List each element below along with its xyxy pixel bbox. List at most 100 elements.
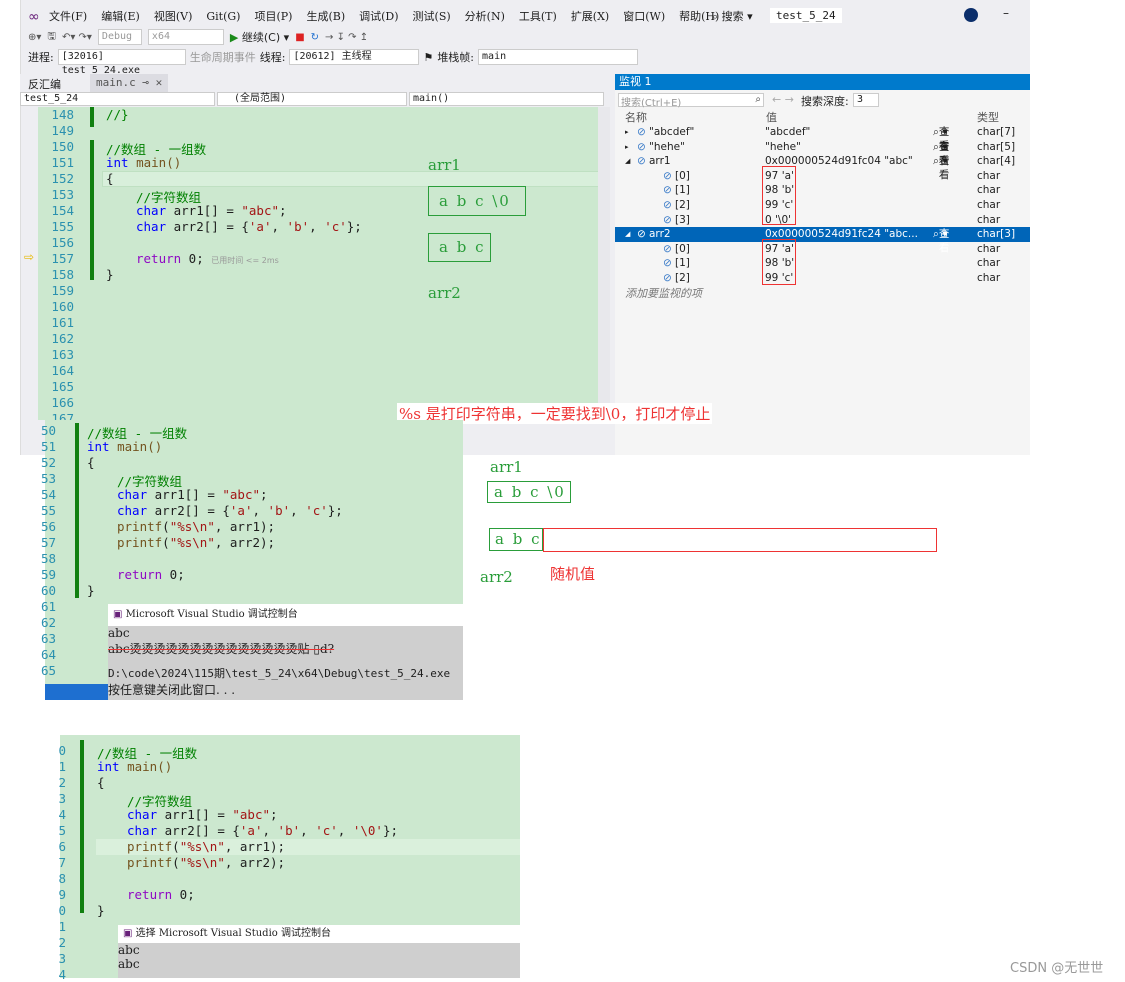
- project-select[interactable]: test_5_24: [20, 92, 215, 106]
- undo-icon[interactable]: ↶▾ ↷▾: [62, 32, 92, 43]
- function-select[interactable]: main(): [409, 92, 604, 106]
- code-editor[interactable]: 148 149 150 151 152 153 154 155 156 157 158 159 160 1…: [38, 107, 599, 426]
- code-token: }: [106, 267, 114, 282]
- line-number: 55: [40, 503, 56, 518]
- search-button[interactable]: ⌕ 搜索 ▾: [712, 8, 753, 24]
- col-type[interactable]: 类型: [977, 109, 999, 125]
- expand-icon[interactable]: ◢: [625, 154, 630, 168]
- menu-item[interactable]: 项目(P): [247, 8, 299, 24]
- expand-icon[interactable]: ▸: [625, 140, 629, 154]
- code-token: printf: [127, 839, 173, 854]
- code-token: int: [106, 155, 129, 170]
- variable-icon: ⊘: [663, 272, 672, 284]
- watch-type: char: [977, 184, 1001, 197]
- code-token: ,: [271, 219, 287, 234]
- line-number: 158: [51, 267, 74, 282]
- watch-row[interactable]: ⊘ [0] 97 'a' char: [615, 242, 1030, 257]
- console-path: D:\code\2024\115期\test_5_24\x64\Debug\te…: [108, 667, 451, 680]
- code-token: char: [117, 487, 148, 502]
- back-icon[interactable]: ⊕▾: [28, 32, 41, 43]
- watch-row[interactable]: ◢ ⊘ arr1 0x000000524d91fc04 "abc" ⌕ 查看 ▾ char[…: [615, 154, 1030, 181]
- variable-icon: ⊘: [663, 213, 672, 226]
- line-number: 159: [51, 283, 74, 298]
- line-number: 57: [40, 535, 56, 550]
- code-token: "%s\n": [169, 519, 215, 534]
- stop-icon[interactable]: ■: [295, 32, 304, 43]
- add-watch-item[interactable]: 添加要监视的项: [625, 285, 702, 301]
- line-number: 63: [40, 631, 56, 646]
- code-token: 'c': [305, 503, 328, 518]
- process-select[interactable]: [32016] test_5_24.exe: [57, 49, 186, 76]
- menu-item[interactable]: 编辑(E): [94, 8, 147, 24]
- view-button[interactable]: ⌕ 查看 ▾: [933, 154, 949, 181]
- line-number: 165: [51, 379, 74, 394]
- close-icon[interactable]: ✕: [156, 76, 163, 89]
- depth-select[interactable]: 3: [853, 93, 879, 107]
- watch-row[interactable]: ⊘ [2] 99 'c' char: [615, 271, 1030, 286]
- watch-search-input[interactable]: 搜索(Ctrl+E) ⌕: [618, 93, 764, 109]
- code-token: printf: [127, 855, 173, 870]
- code-token: 0;: [162, 567, 185, 582]
- code-line: char arr1[] = "abc";: [117, 487, 268, 502]
- nav-arrows[interactable]: ← →: [772, 93, 794, 106]
- code-token: ,: [252, 503, 268, 518]
- watch-type: char: [977, 257, 1001, 270]
- variable-icon: ⊘: [663, 257, 672, 270]
- watch-type: char[3]: [977, 228, 1016, 241]
- menu-item[interactable]: 视图(V): [147, 8, 200, 24]
- lifecycle-events[interactable]: 生命周期事件: [190, 49, 256, 65]
- console-icon: ▣: [123, 928, 133, 939]
- view-button[interactable]: ⌕ 查看 ▾: [933, 140, 949, 167]
- code-token: };: [382, 823, 398, 838]
- menu-item[interactable]: 调试(D): [352, 8, 405, 24]
- watch-row[interactable]: ⊘ [3] 0 '\0' char: [615, 213, 1030, 228]
- expand-icon[interactable]: ◢: [625, 227, 630, 241]
- code-token: {: [106, 171, 114, 186]
- restart-icon[interactable]: ↻: [311, 32, 319, 43]
- watch-row[interactable]: ⊘ [0] 97 'a' char: [615, 169, 1030, 184]
- code-line: printf("%s\n", arr2);: [127, 855, 285, 870]
- watch-row[interactable]: ⊘ [2] 99 'c' char: [615, 198, 1030, 213]
- menu-item[interactable]: 分析(N): [458, 8, 512, 24]
- code-line: }: [106, 267, 114, 282]
- tab-disassembly[interactable]: 反汇编: [28, 76, 61, 92]
- code-line: }: [97, 903, 105, 918]
- tab-main-c[interactable]: main.c ⊸ ✕: [90, 74, 169, 92]
- thread-select[interactable]: [20612] 主线程: [289, 49, 420, 65]
- menu-item[interactable]: 文件(F): [42, 8, 94, 24]
- minimize-button[interactable]: –: [1003, 6, 1009, 20]
- watch-row[interactable]: ⊘ [1] 98 'b' char: [615, 183, 1030, 198]
- code-token: return: [136, 251, 182, 266]
- menu-item[interactable]: 生成(B): [299, 8, 352, 24]
- col-value[interactable]: 值: [766, 109, 777, 125]
- scope-select[interactable]: (全局范围): [217, 92, 407, 106]
- config-select[interactable]: Debug: [97, 29, 142, 45]
- platform-select[interactable]: x64: [147, 29, 224, 45]
- line-number: 153: [51, 187, 74, 202]
- code-token: 'b': [286, 219, 310, 234]
- watch-row[interactable]: ◢ ⊘ arr2 0x000000524d91fc24 "abc... ⌕ 查看 ▾ cha…: [615, 227, 1030, 254]
- flag-icon[interactable]: ⚑: [423, 51, 433, 64]
- menu-item[interactable]: 扩展(X): [564, 8, 616, 24]
- watch-row[interactable]: ▸ ⊘ "abcdef" "abcdef" ⌕ 查看 ▾ char[7]: [615, 125, 1030, 152]
- expand-icon[interactable]: ▸: [625, 125, 629, 139]
- watch-window: 监视 1 搜索(Ctrl+E) ⌕ ← → 搜索深度: 3 名称 值 类型 ▸ ⊘ "…: [615, 74, 1030, 455]
- menu-item[interactable]: 窗口(W): [616, 8, 672, 24]
- save-icon[interactable]: 🖫: [47, 29, 56, 46]
- menu-item[interactable]: 测试(S): [406, 8, 458, 24]
- stack-select[interactable]: main: [478, 49, 639, 65]
- watch-name: [0]: [675, 242, 690, 255]
- scrollbar[interactable]: [598, 107, 610, 420]
- view-button[interactable]: ⌕ 查看 ▾: [933, 227, 949, 254]
- menu-item[interactable]: Git(G): [199, 10, 247, 23]
- avatar[interactable]: [964, 8, 978, 22]
- note-arr2: arr2: [428, 284, 461, 302]
- step-icons[interactable]: → ↧ ↷ ↥: [325, 32, 368, 43]
- menu-item[interactable]: 工具(T): [512, 8, 564, 24]
- col-name[interactable]: 名称: [625, 109, 647, 125]
- continue-button[interactable]: ▶ 继续(C) ▾: [230, 29, 289, 45]
- watch-row[interactable]: ⊘ [1] 98 'b' char: [615, 256, 1030, 271]
- view-button[interactable]: ⌕ 查看 ▾: [933, 125, 949, 152]
- watch-value: "hehe": [765, 140, 801, 153]
- watch-row[interactable]: ▸ ⊘ "hehe" "hehe" ⌕ 查看 ▾ char[5]: [615, 140, 1030, 167]
